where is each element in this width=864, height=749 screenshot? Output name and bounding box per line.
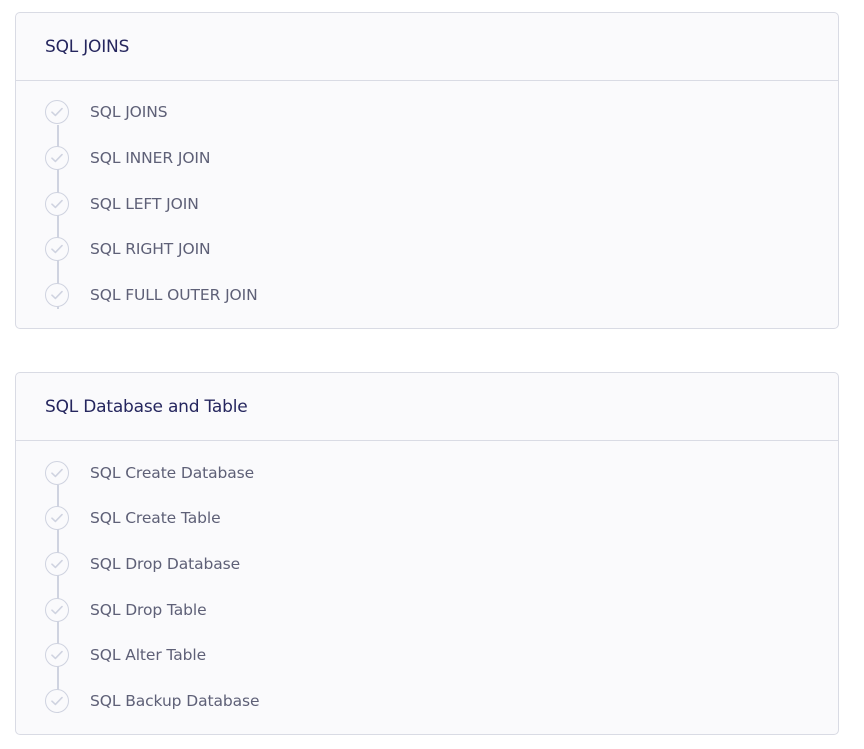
lesson-item-sql-inner-join[interactable]: SQL INNER JOIN <box>16 146 316 172</box>
check-circle-icon <box>45 146 69 170</box>
lesson-label: SQL LEFT JOIN <box>90 195 199 213</box>
section-title: SQL JOINS <box>45 36 130 57</box>
lesson-item-sql-alter-table[interactable]: SQL Alter Table <box>16 643 316 669</box>
section-card-sql-database-and-table: SQL Database and Table SQL Create Databa… <box>15 372 839 735</box>
lesson-item-sql-drop-database[interactable]: SQL Drop Database <box>16 552 316 578</box>
check-circle-icon <box>45 643 69 667</box>
section-card-sql-joins: SQL JOINS SQL JOINS SQL INNER JOIN SQL L… <box>15 12 839 329</box>
lesson-label: SQL Drop Table <box>90 601 207 619</box>
lesson-label: SQL RIGHT JOIN <box>90 240 211 258</box>
check-circle-icon <box>45 598 69 622</box>
check-circle-icon <box>45 506 69 530</box>
lesson-label: SQL JOINS <box>90 103 168 121</box>
lesson-item-sql-left-join[interactable]: SQL LEFT JOIN <box>16 192 316 218</box>
lesson-label: SQL Alter Table <box>90 646 207 664</box>
check-circle-icon <box>45 552 69 576</box>
lesson-item-sql-joins[interactable]: SQL JOINS <box>16 100 316 126</box>
check-circle-icon <box>45 689 69 713</box>
lesson-item-sql-create-database[interactable]: SQL Create Database <box>16 461 316 487</box>
lesson-label: SQL INNER JOIN <box>90 149 211 167</box>
lesson-item-sql-full-outer-join[interactable]: SQL FULL OUTER JOIN <box>16 283 316 309</box>
section-title: SQL Database and Table <box>45 396 248 417</box>
lesson-label: SQL Backup Database <box>90 692 260 710</box>
section-header[interactable]: SQL Database and Table <box>16 373 838 441</box>
lesson-item-sql-create-table[interactable]: SQL Create Table <box>16 506 316 532</box>
lesson-label: SQL Drop Database <box>90 555 241 573</box>
lesson-item-sql-right-join[interactable]: SQL RIGHT JOIN <box>16 237 316 263</box>
lesson-item-sql-drop-table[interactable]: SQL Drop Table <box>16 598 316 624</box>
check-circle-icon <box>45 192 69 216</box>
section-header[interactable]: SQL JOINS <box>16 13 838 81</box>
check-circle-icon <box>45 237 69 261</box>
check-circle-icon <box>45 283 69 307</box>
lesson-label: SQL Create Table <box>90 509 221 527</box>
lesson-label: SQL FULL OUTER JOIN <box>90 286 258 304</box>
lesson-label: SQL Create Database <box>90 464 255 482</box>
check-circle-icon <box>45 461 69 485</box>
check-circle-icon <box>45 100 69 124</box>
lesson-item-sql-backup-database[interactable]: SQL Backup Database <box>16 689 316 715</box>
